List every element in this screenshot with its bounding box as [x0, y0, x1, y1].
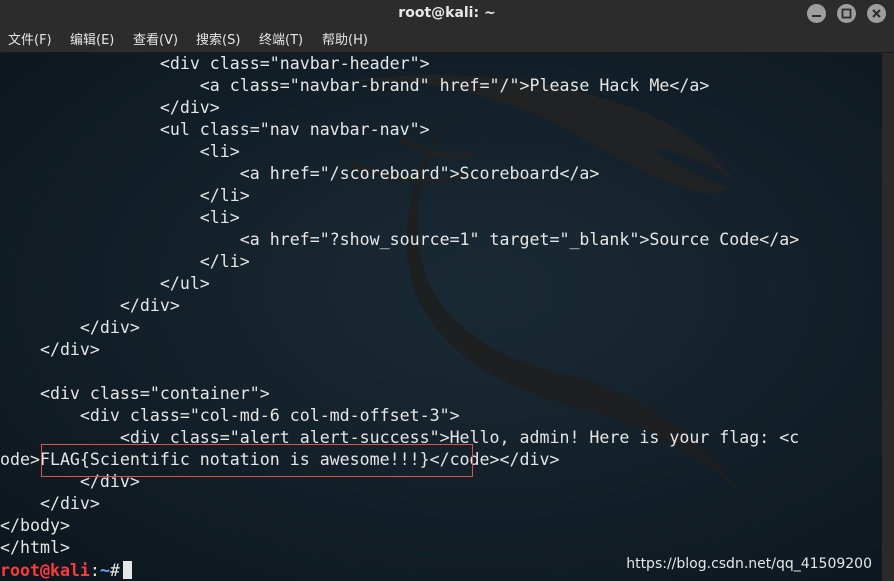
terminal-output[interactable]: <div class="navbar-header"> <a class="na…	[0, 53, 882, 581]
close-button[interactable]	[867, 4, 886, 23]
terminal-line: <div class="col-md-6 col-md-offset-3">	[0, 406, 460, 425]
prompt-symbol: #	[109, 561, 120, 580]
terminal-line: <a href="?show_source=1" target="_blank"…	[0, 230, 800, 249]
terminal-line: </li>	[0, 186, 250, 205]
terminal-line: </body>	[0, 516, 70, 535]
prompt-user-host: root@kali	[0, 561, 90, 580]
terminal-line: </ul>	[0, 274, 210, 293]
minimize-icon	[812, 15, 821, 17]
menu-bar: 文件(F) 编辑(E) 查看(V) 搜索(S) 终端(T) 帮助(H)	[0, 29, 894, 53]
close-icon	[872, 9, 881, 18]
menu-terminal[interactable]: 终端(T)	[259, 29, 303, 52]
menu-help[interactable]: 帮助(H)	[322, 29, 368, 52]
terminal-line: </li>	[0, 252, 250, 271]
terminal-line: <li>	[0, 142, 240, 161]
terminal-line: <a class="navbar-brand" href="/">Please …	[0, 76, 710, 95]
terminal-line: </div>	[0, 494, 100, 513]
terminal-line: <li>	[0, 208, 240, 227]
terminal-line: </html>	[0, 538, 70, 557]
terminal-line: </div>	[0, 296, 180, 315]
flag-highlight-box	[41, 444, 473, 477]
text-cursor	[122, 561, 132, 579]
shell-prompt[interactable]: root@kali:~#	[0, 560, 132, 581]
terminal-line: <div class="navbar-header">	[0, 54, 430, 73]
terminal-line: <div class="container">	[0, 384, 270, 403]
maximize-button[interactable]	[837, 4, 856, 23]
terminal-scrollbar[interactable]	[882, 53, 894, 581]
watermark-url: https://blog.csdn.net/qq_41509200	[626, 556, 872, 572]
minimize-button[interactable]	[807, 4, 826, 23]
terminal-line: </div>	[0, 340, 100, 359]
maximize-icon	[841, 8, 852, 19]
menu-file[interactable]: 文件(F)	[8, 29, 52, 52]
menu-search[interactable]: 搜索(S)	[196, 29, 240, 52]
menu-view[interactable]: 查看(V)	[133, 29, 178, 52]
terminal-line: </div>	[0, 318, 140, 337]
prompt-path: ~	[99, 561, 110, 580]
terminal-window: root@kali: ~ 文件(F) 编辑(E) 查看(V) 搜索(S) 终端(…	[0, 0, 894, 581]
window-title: root@kali: ~	[398, 5, 496, 21]
terminal-line: </div>	[0, 98, 220, 117]
terminal-line: <ul class="nav navbar-nav">	[0, 120, 430, 139]
terminal-line: <a href="/scoreboard">Scoreboard</a>	[0, 164, 600, 183]
title-bar[interactable]: root@kali: ~	[0, 0, 894, 29]
prompt-separator: :	[89, 561, 100, 580]
menu-edit[interactable]: 编辑(E)	[70, 29, 114, 52]
